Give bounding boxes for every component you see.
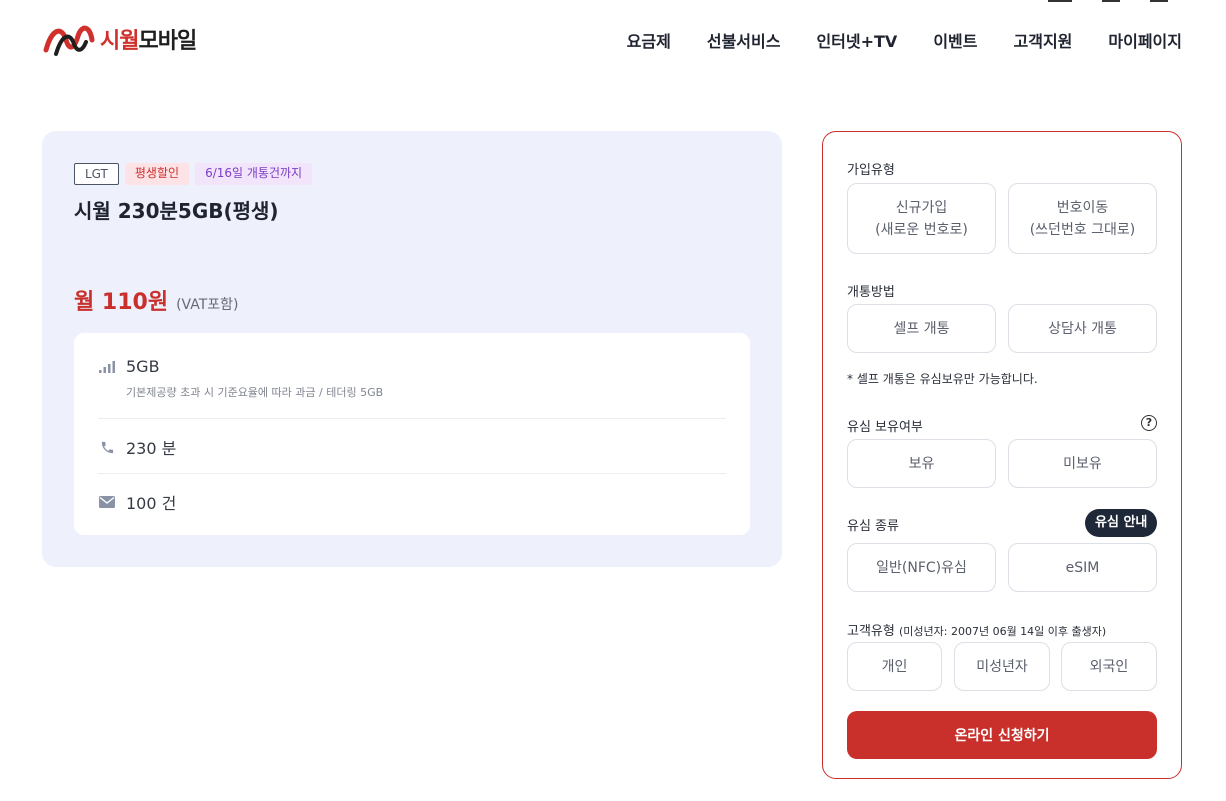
plan-badges: LGT 평생할인 6/16일 개통건까지 bbox=[74, 163, 313, 185]
price-row: 월 110원 (VAT포함) bbox=[74, 284, 238, 316]
usim-not-own-option[interactable]: 미보유 bbox=[1008, 439, 1157, 488]
usim-own-label: 유심 보유여부 bbox=[847, 420, 923, 435]
data-amount: 5GB bbox=[126, 357, 160, 376]
online-apply-button[interactable]: 온라인 신청하기 bbox=[847, 711, 1157, 759]
self-activation-option[interactable]: 셀프 개통 bbox=[847, 304, 996, 353]
logo-text-red: 시월 bbox=[100, 29, 139, 54]
self-activation-note: * 셀프 개통은 유심보유만 가능합니다. bbox=[847, 372, 1038, 386]
logo-text-dark: 모바일 bbox=[138, 29, 197, 54]
join-new-line1: 신규가입 bbox=[895, 199, 948, 216]
voice-amount: 230 분 bbox=[126, 439, 177, 458]
esim-option[interactable]: eSIM bbox=[1008, 543, 1157, 592]
site-logo[interactable]: 시월모바일 bbox=[42, 20, 197, 58]
nav-internet-tv[interactable]: 인터넷+TV bbox=[816, 28, 897, 52]
plan-title: 시월 230분5GB(평생) bbox=[74, 199, 279, 223]
join-port-option[interactable]: 번호이동 (쓰던번호 그대로) bbox=[1008, 183, 1157, 254]
usim-nfc-option[interactable]: 일반(NFC)유심 bbox=[847, 543, 996, 592]
deadline-badge: 6/16일 개통건까지 bbox=[195, 163, 313, 185]
usim-guide-button[interactable]: 유심 안내 bbox=[1085, 509, 1158, 537]
data-description: 기본제공량 초과 시 기준요율에 따라 과금 / 테더링 5GB bbox=[126, 386, 384, 399]
plan-card: LGT 평생할인 6/16일 개통건까지 시월 230분5GB(평생) 월 11… bbox=[42, 131, 782, 567]
usim-type-label: 유심 종류 bbox=[847, 519, 899, 534]
customer-type-title: 고객유형 bbox=[847, 624, 895, 639]
logo-text: 시월모바일 bbox=[100, 23, 197, 55]
site-header: 시월모바일 요금제 선불서비스 인터넷+TV 이벤트 고객지원 마이페이지 bbox=[0, 0, 1226, 80]
activation-label: 개통방법 bbox=[847, 285, 895, 300]
customer-foreigner-option[interactable]: 외국인 bbox=[1061, 642, 1157, 691]
join-type-label: 가입유형 bbox=[847, 163, 895, 178]
main-nav: 요금제 선불서비스 인터넷+TV 이벤트 고객지원 마이페이지 bbox=[627, 28, 1182, 52]
carrier-badge: LGT bbox=[74, 163, 119, 185]
vat-note: (VAT포함) bbox=[176, 297, 239, 313]
discount-badge: 평생할인 bbox=[124, 163, 190, 185]
customer-type-label: 고객유형 (미성년자: 2007년 06월 14일 이후 출생자) bbox=[847, 620, 1106, 639]
usim-own-option[interactable]: 보유 bbox=[847, 439, 996, 488]
plan-price: 월 110원 bbox=[74, 290, 169, 315]
sms-amount: 100 건 bbox=[126, 494, 177, 513]
join-new-option[interactable]: 신규가입 (새로운 번호로) bbox=[847, 183, 996, 254]
customer-minor-option[interactable]: 미성년자 bbox=[954, 642, 1050, 691]
customer-type-sub: (미성년자: 2007년 06월 14일 이후 출생자) bbox=[898, 625, 1107, 638]
logo-mark-icon bbox=[43, 25, 95, 56]
nav-prepaid[interactable]: 선불서비스 bbox=[707, 28, 781, 52]
plan-features: 5GB 기본제공량 초과 시 기준요율에 따라 과금 / 테더링 5GB 230… bbox=[74, 333, 750, 535]
feature-sms: 100 건 bbox=[98, 474, 726, 534]
nav-events[interactable]: 이벤트 bbox=[933, 28, 977, 52]
feature-data: 5GB 기본제공량 초과 시 기준요율에 따라 과금 / 테더링 5GB bbox=[98, 333, 726, 419]
join-new-line2: (새로운 번호로) bbox=[875, 221, 968, 238]
apply-panel: 가입유형 신규가입 (새로운 번호로) 번호이동 (쓰던번호 그대로) 개통방법… bbox=[822, 131, 1182, 779]
join-port-line1: 번호이동 bbox=[1056, 199, 1109, 216]
envelope-icon bbox=[98, 493, 116, 511]
join-port-line2: (쓰던번호 그대로) bbox=[1029, 221, 1136, 238]
feature-voice: 230 분 bbox=[98, 419, 726, 474]
customer-personal-option[interactable]: 개인 bbox=[847, 642, 942, 691]
nav-mypage[interactable]: 마이페이지 bbox=[1108, 28, 1182, 52]
signal-bars-icon bbox=[98, 358, 116, 376]
help-icon[interactable]: ? bbox=[1141, 415, 1157, 431]
phone-icon bbox=[98, 438, 116, 456]
nav-plans[interactable]: 요금제 bbox=[627, 28, 671, 52]
nav-support[interactable]: 고객지원 bbox=[1014, 28, 1073, 52]
agent-activation-option[interactable]: 상담사 개통 bbox=[1008, 304, 1157, 353]
